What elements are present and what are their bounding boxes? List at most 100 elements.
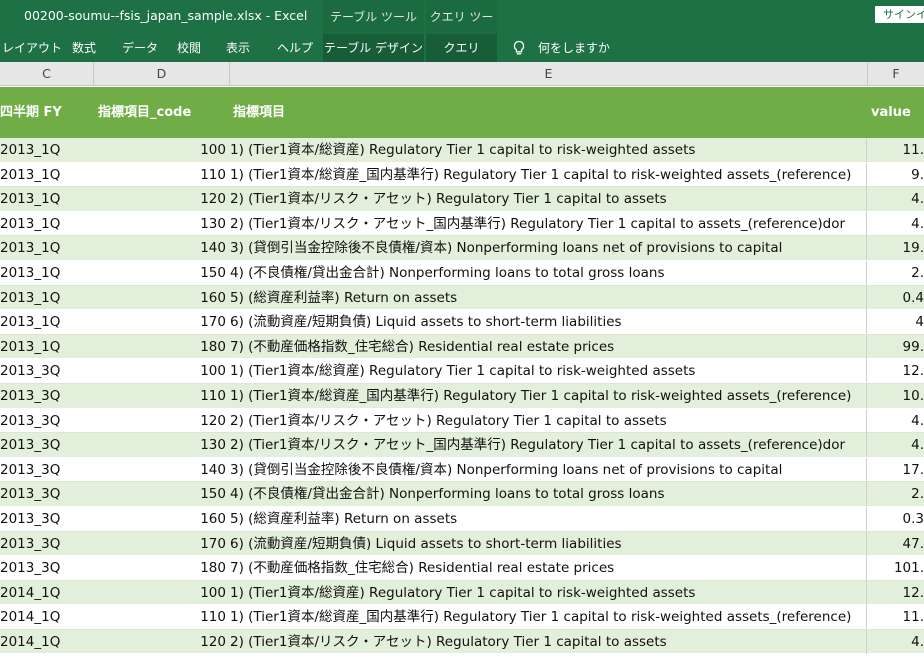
cell-fiscal-quarter[interactable]: 2013_1Q: [0, 286, 94, 310]
tell-me-search[interactable]: 何をしますか: [538, 34, 610, 62]
tab-view[interactable]: 表示: [226, 34, 250, 62]
cell-fiscal-quarter[interactable]: 2013_3Q: [0, 507, 94, 531]
column-header-c[interactable]: C: [0, 62, 94, 85]
tab-help[interactable]: ヘルプ: [277, 34, 313, 62]
cell-fiscal-quarter[interactable]: 2013_1Q: [0, 236, 94, 260]
cell-indicator-code[interactable]: 180: [94, 335, 228, 359]
cell-fiscal-quarter[interactable]: 2013_1Q: [0, 187, 94, 211]
cell-indicator-code[interactable]: 140: [94, 458, 228, 482]
cell-fiscal-quarter[interactable]: 2013_1Q: [0, 212, 94, 236]
cell-value[interactable]: 9.: [868, 163, 924, 187]
cell-value[interactable]: 99.: [868, 335, 924, 359]
cell-fiscal-quarter[interactable]: 2014_1Q: [0, 630, 94, 654]
cell-indicator-item[interactable]: 2) (Tier1資本/リスク・アセット) Regulatory Tier 1 …: [230, 408, 867, 433]
tab-page-layout[interactable]: レイアウト: [2, 34, 62, 62]
cell-indicator-code[interactable]: 120: [94, 187, 228, 211]
cell-indicator-item[interactable]: 7) (不動産価格指数_住宅総合) Residential real estat…: [230, 334, 867, 359]
cell-indicator-code[interactable]: 150: [94, 261, 228, 285]
tab-formulas[interactable]: 数式: [72, 34, 96, 62]
cell-fiscal-quarter[interactable]: 2013_3Q: [0, 458, 94, 482]
cell-fiscal-quarter[interactable]: 2013_3Q: [0, 433, 94, 457]
cell-indicator-code[interactable]: 100: [94, 138, 228, 162]
cell-value[interactable]: 10.: [868, 384, 924, 408]
cell-fiscal-quarter[interactable]: 2013_3Q: [0, 359, 94, 383]
cell-fiscal-quarter[interactable]: 2013_1Q: [0, 261, 94, 285]
cell-fiscal-quarter[interactable]: 2014_1Q: [0, 605, 94, 629]
cell-value[interactable]: 2.: [868, 482, 924, 506]
cell-value[interactable]: 2.: [868, 261, 924, 285]
cell-fiscal-quarter[interactable]: 2013_1Q: [0, 310, 94, 334]
header-indicator-item[interactable]: 指標項目: [233, 87, 285, 138]
cell-indicator-code[interactable]: 180: [94, 556, 228, 580]
cell-indicator-code[interactable]: 130: [94, 433, 228, 457]
cell-indicator-code[interactable]: 160: [94, 286, 228, 310]
cell-indicator-item[interactable]: 1) (Tier1資本/総資産_国内基準行) Regulatory Tier 1…: [230, 605, 867, 630]
cell-indicator-item[interactable]: 1) (Tier1資本/総資産_国内基準行) Regulatory Tier 1…: [230, 383, 867, 408]
cell-indicator-item[interactable]: 2) (Tier1資本/リスク・アセット_国内基準行) Regulatory T…: [230, 211, 867, 236]
cell-indicator-code[interactable]: 130: [94, 212, 228, 236]
cell-indicator-item[interactable]: 1) (Tier1資本/総資産) Regulatory Tier 1 capit…: [230, 359, 867, 384]
cell-indicator-item[interactable]: 6) (流動資産/短期負債) Liquid assets to short-te…: [230, 531, 867, 556]
cell-indicator-item[interactable]: 3) (貸倒引当金控除後不良債権/資本) Nonperforming loans…: [230, 236, 867, 261]
column-header-e[interactable]: E: [230, 62, 868, 85]
cell-value[interactable]: 4.: [868, 187, 924, 211]
cell-fiscal-quarter[interactable]: 2013_1Q: [0, 335, 94, 359]
cell-value[interactable]: 47.: [868, 532, 924, 556]
tab-review[interactable]: 校閲: [177, 34, 201, 62]
cell-indicator-item[interactable]: 6) (流動資産/短期負債) Liquid assets to short-te…: [230, 310, 867, 335]
cell-indicator-code[interactable]: 100: [94, 359, 228, 383]
cell-indicator-code[interactable]: 110: [94, 384, 228, 408]
cell-value[interactable]: 4: [868, 310, 924, 334]
cell-indicator-item[interactable]: 5) (総資産利益率) Return on assets: [230, 506, 867, 531]
header-indicator-code[interactable]: 指標項目_code: [98, 87, 191, 138]
cell-indicator-item[interactable]: 7) (不動産価格指数_住宅総合) Residential real estat…: [230, 556, 867, 581]
cell-value[interactable]: 0.3: [868, 507, 924, 531]
cell-indicator-code[interactable]: 100: [94, 581, 228, 605]
cell-indicator-code[interactable]: 140: [94, 236, 228, 260]
tab-table-design[interactable]: テーブル デザイン: [323, 34, 424, 62]
cell-fiscal-quarter[interactable]: 2013_3Q: [0, 532, 94, 556]
header-fiscal-quarter[interactable]: 四半期 FY: [0, 87, 62, 138]
tab-query[interactable]: クエリ: [426, 34, 497, 62]
cell-value[interactable]: 4.: [868, 630, 924, 654]
cell-value[interactable]: 0.4: [868, 286, 924, 310]
cell-indicator-item[interactable]: 1) (Tier1資本/総資産) Regulatory Tier 1 capit…: [230, 138, 867, 162]
column-header-f[interactable]: F: [868, 62, 924, 85]
cell-value[interactable]: 12.: [868, 359, 924, 383]
cell-fiscal-quarter[interactable]: 2014_1Q: [0, 581, 94, 605]
cell-indicator-code[interactable]: 110: [94, 163, 228, 187]
cell-value[interactable]: 17.: [868, 458, 924, 482]
cell-fiscal-quarter[interactable]: 2013_1Q: [0, 138, 94, 162]
cell-indicator-code[interactable]: 110: [94, 605, 228, 629]
cell-fiscal-quarter[interactable]: 2013_3Q: [0, 556, 94, 580]
cell-value[interactable]: 101.: [868, 556, 924, 580]
cell-value[interactable]: 12.: [868, 581, 924, 605]
cell-fiscal-quarter[interactable]: 2013_3Q: [0, 384, 94, 408]
cell-value[interactable]: 4.: [868, 212, 924, 236]
cell-indicator-item[interactable]: 4) (不良債権/貸出金合計) Nonperforming loans to t…: [230, 260, 867, 285]
cell-indicator-code[interactable]: 150: [94, 482, 228, 506]
cell-indicator-item[interactable]: 5) (総資産利益率) Return on assets: [230, 285, 867, 310]
cell-indicator-item[interactable]: 2) (Tier1資本/リスク・アセット) Regulatory Tier 1 …: [230, 187, 867, 212]
cell-indicator-item[interactable]: 4) (不良債権/貸出金合計) Nonperforming loans to t…: [230, 482, 867, 507]
tab-data[interactable]: データ: [122, 34, 158, 62]
cell-value[interactable]: 19.: [868, 236, 924, 260]
sign-in-button[interactable]: サインイ: [875, 6, 924, 23]
cell-indicator-code[interactable]: 170: [94, 532, 228, 556]
cell-indicator-item[interactable]: 1) (Tier1資本/総資産) Regulatory Tier 1 capit…: [230, 580, 867, 605]
cell-indicator-code[interactable]: 170: [94, 310, 228, 334]
cell-indicator-code[interactable]: 120: [94, 630, 228, 654]
cell-value[interactable]: 11.: [868, 605, 924, 629]
cell-indicator-code[interactable]: 120: [94, 409, 228, 433]
cell-fiscal-quarter[interactable]: 2013_3Q: [0, 482, 94, 506]
column-header-d[interactable]: D: [94, 62, 230, 85]
cell-indicator-item[interactable]: 3) (貸倒引当金控除後不良債権/資本) Nonperforming loans…: [230, 457, 867, 482]
cell-fiscal-quarter[interactable]: 2013_3Q: [0, 409, 94, 433]
cell-indicator-item[interactable]: 2) (Tier1資本/リスク・アセット) Regulatory Tier 1 …: [230, 629, 867, 654]
cell-value[interactable]: 4.: [868, 409, 924, 433]
cell-indicator-code[interactable]: 160: [94, 507, 228, 531]
cell-indicator-item[interactable]: 2) (Tier1資本/リスク・アセット_国内基準行) Regulatory T…: [230, 433, 867, 458]
cell-value[interactable]: 4.: [868, 433, 924, 457]
header-value[interactable]: value: [871, 87, 911, 138]
lightbulb-icon[interactable]: [511, 40, 527, 56]
